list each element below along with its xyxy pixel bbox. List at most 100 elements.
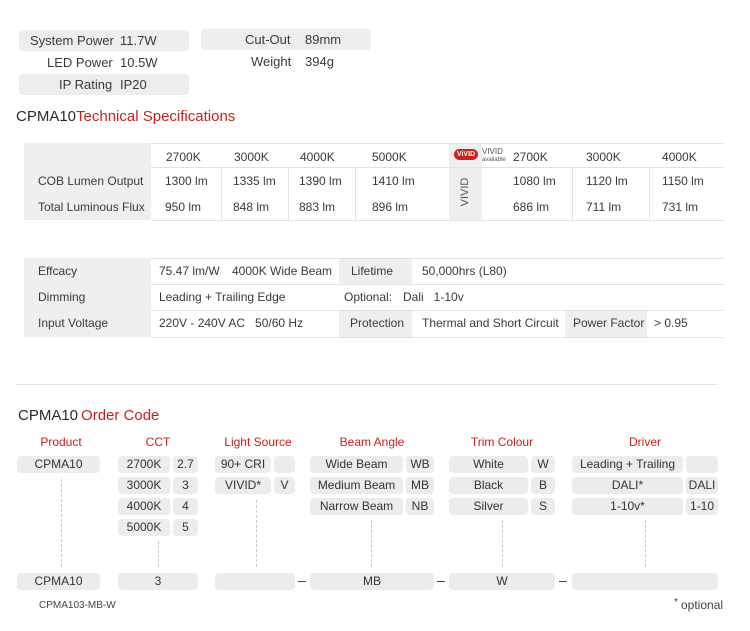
props-top-border <box>151 258 724 259</box>
example-beam: MB <box>310 573 434 590</box>
vivid-lumen-value: 1080 lm <box>513 174 556 188</box>
connector-line <box>256 500 258 567</box>
cct-option-code: 3 <box>173 477 198 494</box>
order-header-light-source: Light Source <box>224 435 292 449</box>
vivid-available-text: available <box>482 157 506 163</box>
cct-option-label: 4000K <box>118 498 170 515</box>
power-factor-label: Power Factor <box>573 316 645 330</box>
table-bottom-border <box>151 220 724 221</box>
col-divider <box>649 167 650 220</box>
lumen-value: 1300 lm <box>165 174 208 188</box>
optional-note: optional <box>681 598 724 612</box>
ip-rating-row: IP Rating IP20 <box>19 74 189 95</box>
vivid-vertical-label: VIVID <box>459 177 471 207</box>
temp-header: 2700K <box>166 150 201 164</box>
driver-option-label: DALI* <box>572 477 683 494</box>
input-voltage-label: Input Voltage <box>38 316 109 330</box>
light-source-option-label: VIVID* <box>215 477 271 494</box>
order-header-trim-colour: Trim Colour <box>470 435 534 449</box>
props-bottom-border <box>151 337 724 338</box>
efficacy-value: 75.47 lm/W <box>159 264 220 278</box>
power-factor-value: > 0.95 <box>654 316 688 330</box>
cutout-row: Cut-Out 89mm <box>201 29 371 50</box>
code-separator: – <box>298 572 306 588</box>
beam-option-code: WB <box>406 456 434 473</box>
vivid-lumen-value: 686 lm <box>513 200 550 214</box>
example-product: CPMA10 <box>17 573 100 590</box>
trim-option-label: Silver <box>449 498 528 515</box>
lifetime-label: Lifetime <box>351 264 394 278</box>
vivid-brand-text: VIVID <box>482 147 503 156</box>
trim-option-code: B <box>531 477 555 494</box>
vivid-logo: ViVID <box>454 149 478 160</box>
table-top-border <box>151 143 724 144</box>
code-separator: – <box>437 572 445 588</box>
connector-line <box>158 541 160 567</box>
example-driver <box>572 573 718 590</box>
system-power-row: System Power 11.7W <box>19 30 189 51</box>
order-code-title: Order Code <box>81 407 160 424</box>
beam-option-label: Narrow Beam <box>310 498 403 515</box>
vivid-temp-header: 2700K <box>513 150 548 164</box>
connector-line <box>502 520 504 567</box>
efficacy-label: Effcacy <box>38 264 78 278</box>
connector-line <box>371 520 373 567</box>
led-power-row: LED Power 10.5W <box>19 52 189 73</box>
row-label: COB Lumen Output <box>38 174 144 188</box>
weight-value: 394g <box>305 54 334 69</box>
cct-option-label: 5000K <box>118 519 170 536</box>
tech-spec-model: CPMA10 <box>16 108 77 125</box>
vivid-lumen-value: 711 lm <box>586 200 622 214</box>
driver-option-label: Leading + Trailing <box>572 456 683 473</box>
order-product-option: CPMA10 <box>17 456 100 473</box>
trim-option-code: W <box>531 456 555 473</box>
vivid-temp-header: 4000K <box>662 150 697 164</box>
connector-line <box>61 479 63 567</box>
weight-label: Weight <box>251 54 292 69</box>
connector-line <box>645 520 647 567</box>
optional-star: * <box>674 597 678 608</box>
order-code-model: CPMA10 <box>18 407 79 424</box>
dimming-optional-label: Optional: <box>344 290 393 304</box>
order-header-beam-angle: Beam Angle <box>339 435 405 449</box>
beam-option-label: Medium Beam <box>310 477 403 494</box>
tech-spec-title: Technical Specifications <box>76 108 236 125</box>
lumen-value: 950 lm <box>165 200 202 214</box>
cct-option-label: 3000K <box>118 477 170 494</box>
beam-option-label: Wide Beam <box>310 456 403 473</box>
order-code-heading: CPMA10 Order Code <box>18 407 159 424</box>
light-source-option-code <box>274 456 295 473</box>
beam-option-code: MB <box>406 477 434 494</box>
ip-rating-label: IP Rating <box>59 77 113 92</box>
temp-header: 5000K <box>372 150 407 164</box>
system-power-value: 11.7W <box>120 33 157 48</box>
vivid-lumen-value: 1120 lm <box>586 174 628 188</box>
driver-option-code <box>686 456 718 473</box>
lumen-value: 883 lm <box>299 200 336 214</box>
example-order-code: CPMA103-MB-W <box>39 600 116 611</box>
code-separator: – <box>559 572 567 588</box>
beam-option-code: NB <box>406 498 434 515</box>
order-header-driver: Driver <box>629 435 661 449</box>
example-trim: W <box>449 573 555 590</box>
light-source-option-code: V <box>274 477 295 494</box>
led-power-value: 10.5W <box>120 55 158 70</box>
driver-option-label: 1-10v* <box>572 498 683 515</box>
trim-option-label: Black <box>449 477 528 494</box>
example-light-source <box>215 573 295 590</box>
driver-option-code: 1-10 <box>686 498 718 515</box>
lifetime-value: 50,000hrs (L80) <box>422 264 507 278</box>
tech-spec-heading: CPMA10Technical Specifications <box>16 108 235 125</box>
led-power-label: LED Power <box>47 55 113 70</box>
protection-value: Thermal and Short Circuit <box>422 316 559 330</box>
lumen-value: 896 lm <box>372 200 409 214</box>
col-divider <box>355 167 356 220</box>
driver-option-code: DALI <box>686 477 718 494</box>
efficacy-beam: 4000K Wide Beam <box>232 264 333 278</box>
cutout-value: 89mm <box>305 32 342 47</box>
temp-header: 4000K <box>300 150 335 164</box>
order-header-cct: CCT <box>145 435 171 449</box>
system-power-label: System Power <box>30 33 114 48</box>
vivid-lumen-value: 731 lm <box>662 200 699 214</box>
weight-row: Weight 394g <box>201 51 371 72</box>
